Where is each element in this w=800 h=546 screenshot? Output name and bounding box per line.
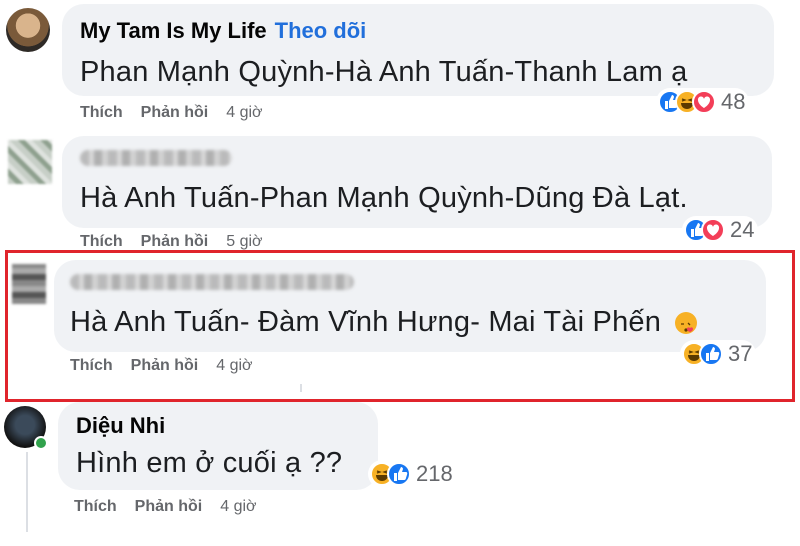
reaction-count: 37	[728, 341, 753, 366]
comment-actions: Thích Phản hồi 4 giờ	[70, 357, 253, 375]
author-name[interactable]: My Tam Is My Life	[80, 18, 267, 43]
comment-actions: Thích Phản hồi 5 giờ	[80, 233, 263, 251]
avatar[interactable]	[8, 140, 52, 184]
reply-button[interactable]: Phản hồi	[131, 357, 199, 374]
comment-actions: Thích Phản hồi 4 giờ	[74, 498, 257, 516]
love-icon	[692, 90, 716, 114]
like-icon	[387, 462, 411, 486]
winking-kiss-emoji	[675, 312, 698, 335]
reply-button[interactable]: Phản hồi	[135, 498, 203, 515]
author-name-blurred[interactable]	[70, 274, 354, 290]
comment-text: Hà Anh Tuấn-Phan Mạnh Quỳnh-Dũng Đà Lạt.	[80, 182, 688, 214]
timestamp[interactable]: 4 giờ	[226, 104, 262, 121]
reaction-summary[interactable]: 37	[680, 340, 757, 368]
like-button[interactable]: Thích	[80, 233, 123, 250]
like-button[interactable]: Thích	[74, 498, 117, 515]
follow-link[interactable]: Theo dõi	[275, 18, 367, 43]
comment-text-content: Hà Anh Tuấn- Đàm Vĩnh Hưng- Mai Tài Phến	[70, 306, 662, 338]
timestamp[interactable]: 4 giờ	[220, 498, 256, 515]
reaction-summary[interactable]: 48	[656, 88, 750, 116]
comment-actions: Thích Phản hồi 4 giờ	[80, 104, 263, 122]
reaction-count: 48	[721, 89, 746, 114]
timestamp[interactable]: 5 giờ	[226, 233, 262, 250]
comment-author[interactable]: Diệu Nhi	[76, 413, 165, 439]
reply-button[interactable]: Phản hồi	[141, 104, 209, 121]
reaction-summary[interactable]: 218	[368, 460, 457, 488]
author-name-blurred[interactable]	[80, 150, 232, 166]
online-status-indicator	[34, 436, 48, 450]
thread-line	[26, 452, 28, 532]
reaction-count: 24	[730, 217, 755, 242]
avatar[interactable]	[6, 8, 50, 52]
timestamp[interactable]: 4 giờ	[216, 357, 252, 374]
reaction-summary[interactable]: 24	[682, 216, 759, 244]
love-icon	[701, 218, 725, 242]
reaction-count: 218	[416, 461, 453, 486]
comment-text: Phan Mạnh Quỳnh-Hà Anh Tuấn-Thanh Lam ạ	[80, 56, 688, 88]
avatar[interactable]	[12, 264, 46, 304]
comment-text: Hình em ở cuối ạ ??	[76, 447, 343, 479]
reply-button[interactable]: Phản hồi	[141, 233, 209, 250]
comment-text: Hà Anh Tuấn- Đàm Vĩnh Hưng- Mai Tài Phến	[70, 306, 698, 339]
comment-author[interactable]: My Tam Is My Life Theo dõi	[80, 18, 366, 44]
thread-line	[300, 384, 302, 392]
like-button[interactable]: Thích	[80, 104, 123, 121]
like-icon	[699, 342, 723, 366]
like-button[interactable]: Thích	[70, 357, 113, 374]
